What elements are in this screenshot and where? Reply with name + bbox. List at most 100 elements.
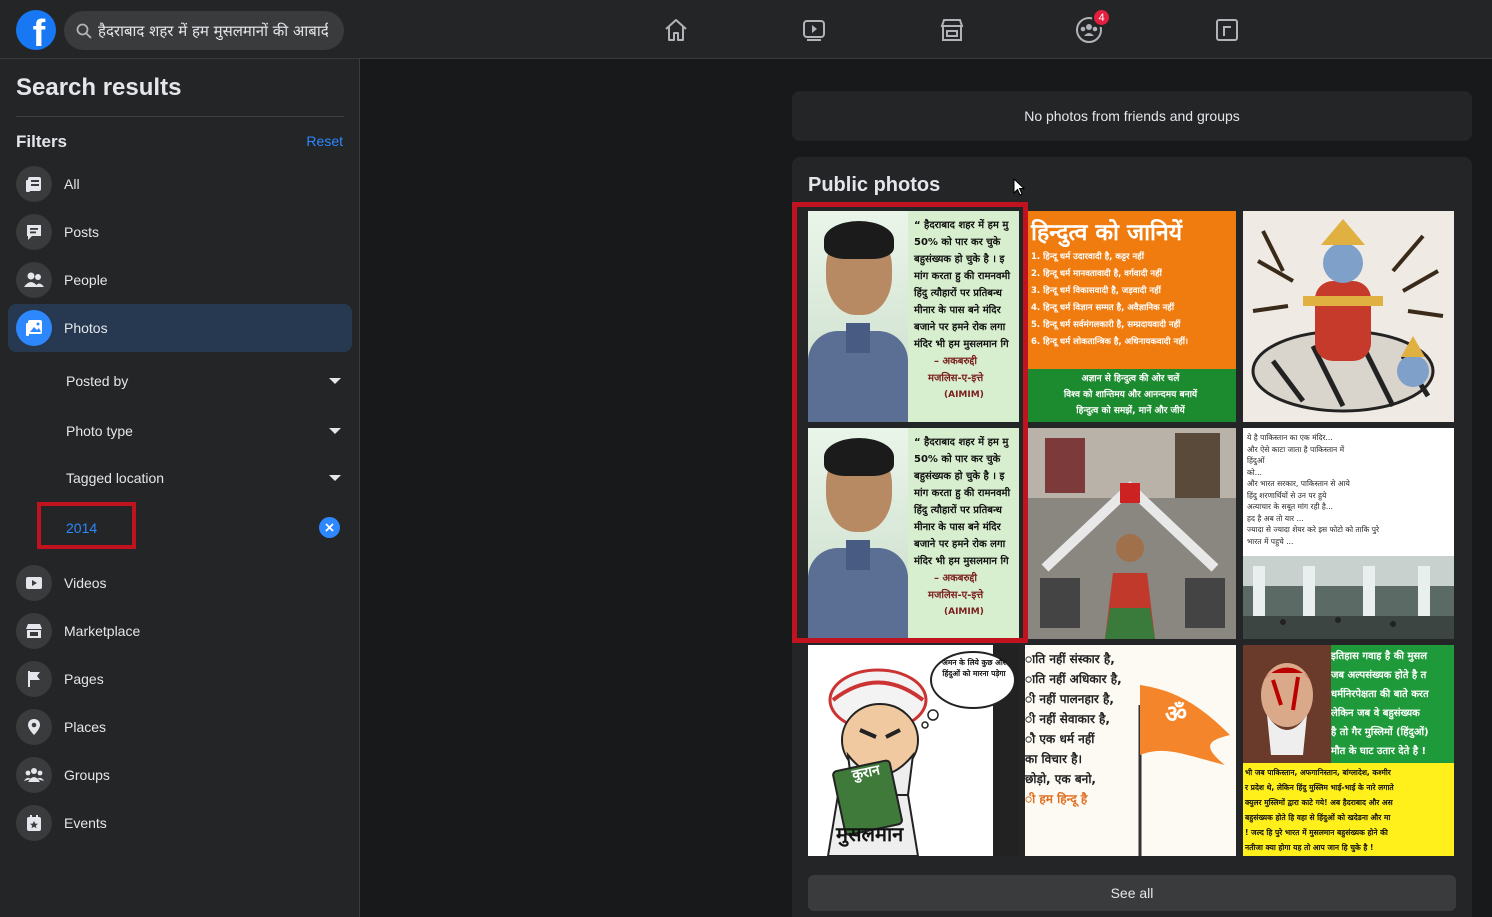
sidebar-item-label: Groups [64,767,110,783]
sidebar-item-pages[interactable]: Pages [8,655,352,703]
photo-text-block: इतिहास गवाह है की मुसल जब अल्पसंख्यक होत… [1331,647,1454,763]
sidebar-item-label: Pages [64,671,104,687]
photo-text-line: इतिहास गवाह है की मुसल [1331,651,1427,662]
all-icon [16,166,52,202]
photo-text-line: हिन्दुत्व को समझें, मानें और जीयें [1076,406,1185,416]
photo-text-line: हिंदु शरणार्थियों से उन पर हुये [1247,490,1327,500]
photo-text-line: और ऐसे काटा जाता है पाकिस्तान में [1247,444,1345,454]
photo-text-block: हिन्दुत्व को जानियें 1. हिन्दू धर्म उदार… [1025,211,1236,369]
photo-text-line: ाति नहीं अधिकार है, [1025,672,1122,686]
photo-text-line: भी जब पाकिस्तान, अफगानिस्तान, बांग्लादेश… [1245,768,1391,777]
sidebar-item-label: Events [64,815,107,831]
photo-text-line: 3. हिन्दू धर्म विकासवादी है, जड़वादी नही… [1031,286,1161,296]
sidebar-item-photos[interactable]: Photos [8,304,352,352]
photo-text-line: 1. हिन्दू धर्म उदारवादी है, कट्टर नहीं [1031,252,1144,262]
notification-badge: 4 [1092,8,1111,27]
sidebar-item-videos[interactable]: Videos [8,559,352,607]
search-bar[interactable] [64,11,344,50]
photo-text-block: ाति नहीं संस्कार है, ाति नहीं अधिकार है,… [1025,649,1140,809]
sidebar-item-label: Videos [64,575,107,591]
gaming-icon[interactable] [1211,14,1243,46]
photo-text-line: धर्मनिरपेक्षता की बाते करत [1331,689,1429,700]
photo-text-line: र प्रदेश थे, लेकिन हिंदु मुस्लिम भाई-भाई… [1245,783,1394,792]
home-icon[interactable] [660,14,692,46]
gym-photo-image [1025,428,1236,639]
photo-type-filter[interactable]: Photo type [66,416,342,446]
photo-text-line: हिंदुओं [1247,456,1265,465]
facebook-logo-icon[interactable]: f [16,10,56,50]
chevron-down-icon [329,378,341,384]
sidebar-item-all[interactable]: All [8,160,352,208]
photo-text-line: ये है पाकिस्तान का एक मंदिर... [1247,433,1333,442]
photo-thumbnail[interactable] [1243,211,1454,422]
photo-text-line: ! जल्द हि पुरे भारत में मुसलमान बहुसंख्य… [1245,828,1388,837]
photo-text-line: और भारत सरकार, पाकिस्तान से आये [1247,479,1350,488]
photo-text-line: ज्यादा से ज्यादा शेयर करे इस फोटो को ताक… [1247,525,1380,534]
photo-text-line: ी हम हिन्दू है [1025,792,1088,806]
photo-text-line: 6. हिन्दू धर्म लोकतान्त्रिक है, अधिनायकव… [1031,337,1189,347]
marketplace-icon [16,613,52,649]
photo-text-line: छोड़ो, एक बनो, [1025,772,1096,786]
deity-illustration-image [1243,211,1454,422]
photo-text-line: नतीजा क्या होगा यह तो आप जान हि चुके है … [1245,843,1374,852]
photo-footer-block: अज्ञान से हिन्दुत्व की ओर चलें विश्व को … [1025,369,1236,422]
sidebar-item-label: All [64,176,80,192]
see-all-button[interactable]: See all [808,875,1456,911]
photo-text-line: जब अल्पसंख्यक होते है त [1331,670,1427,681]
sidebar-item-marketplace[interactable]: Marketplace [8,607,352,655]
clear-year-button[interactable] [319,517,340,538]
tagged-location-filter[interactable]: Tagged location [66,463,342,493]
page-title: Search results [16,74,182,101]
sidebar-item-label: Marketplace [64,623,141,639]
search-icon [76,23,92,38]
sidebar-item-posts[interactable]: Posts [8,208,352,256]
photo-text-block: ये है पाकिस्तान का एक मंदिर... और ऐसे का… [1243,428,1454,556]
posts-icon [16,214,52,250]
photo-thumbnail[interactable]: ॐ ाति नहीं संस्कार है, ाति नहीं अधिकार ह… [1025,645,1236,856]
photo-text-line: लेकिन जब वे बहुसंख्यक [1331,708,1420,719]
injured-man-image [1243,645,1331,763]
photo-thumbnail[interactable]: हिन्दुत्व को जानियें 1. हिन्दू धर्म उदार… [1025,211,1236,422]
reset-link[interactable]: Reset [306,133,343,149]
photo-text-line: अज्ञान से हिन्दुत्व की ओर चलें [1081,374,1180,384]
mouse-cursor-icon [1013,178,1025,196]
divider [16,116,344,117]
watch-icon[interactable] [798,14,830,46]
photo-text-line: अत्याचार के सबूत मांग रही है... [1247,502,1334,511]
see-all-label: See all [1110,885,1154,901]
photo-title: हिन्दुत्व को जानियें [1031,220,1183,246]
photo-text-line: ौ एक धर्म नहीं [1025,732,1095,746]
events-icon [16,805,52,841]
om-symbol: ॐ [1165,700,1187,728]
groups-nav-icon[interactable]: 4 [1073,8,1111,46]
sidebar-item-people[interactable]: People [8,256,352,304]
close-icon [325,523,334,532]
marketplace-nav-icon[interactable] [936,14,968,46]
sidebar-item-label: Photos [64,320,108,336]
photo-text-line: विश्व को शान्तिमय और आनन्दमय बनायें [1063,390,1198,400]
no-photos-message: No photos from friends and groups [1024,108,1240,124]
posted-by-label: Posted by [66,373,129,389]
photo-text-line: है तो गैर मुस्लिमों (हिंदुओं) [1331,727,1429,738]
posted-by-filter[interactable]: Posted by [66,366,342,396]
search-input[interactable] [98,21,328,40]
photo-thumbnail[interactable]: ये है पाकिस्तान का एक मंदिर... और ऐसे का… [1243,428,1454,639]
photo-text-line: ाति नहीं संस्कार है, [1025,652,1115,666]
photo-thumbnail[interactable]: अमन के लिये कुछ और हिंदुओं को मारना पड़े… [808,645,1019,856]
photo-text-line: क्युलर मुस्लिमों द्वारा काटे गये! अब हैद… [1245,798,1393,807]
tagged-location-label: Tagged location [66,470,165,486]
sidebar-item-events[interactable]: Events [8,799,352,847]
people-icon [16,262,52,298]
search-filters-sidebar: Search results Filters Reset All Posts P… [0,59,360,917]
year-filter-value[interactable]: 2014 [66,520,97,536]
annotation-highlight-box [792,202,1028,643]
photo-text-line: बहुसंख्यक होते हि वहा से हिंदुओं को खदेड… [1245,813,1391,822]
sidebar-item-places[interactable]: Places [8,703,352,751]
filters-heading: Filters [16,132,68,151]
photo-text-line: को... [1247,467,1262,477]
sidebar-item-groups[interactable]: Groups [8,751,352,799]
photo-text-line: 2. हिन्दू धर्म मानवतावादी है, वर्गवादी न… [1031,269,1162,279]
photo-thumbnail[interactable] [1025,428,1236,639]
photo-thumbnail[interactable]: इतिहास गवाह है की मुसल जब अल्पसंख्यक होत… [1243,645,1454,856]
cartoon-caption-text: मुसलमान [836,822,904,846]
